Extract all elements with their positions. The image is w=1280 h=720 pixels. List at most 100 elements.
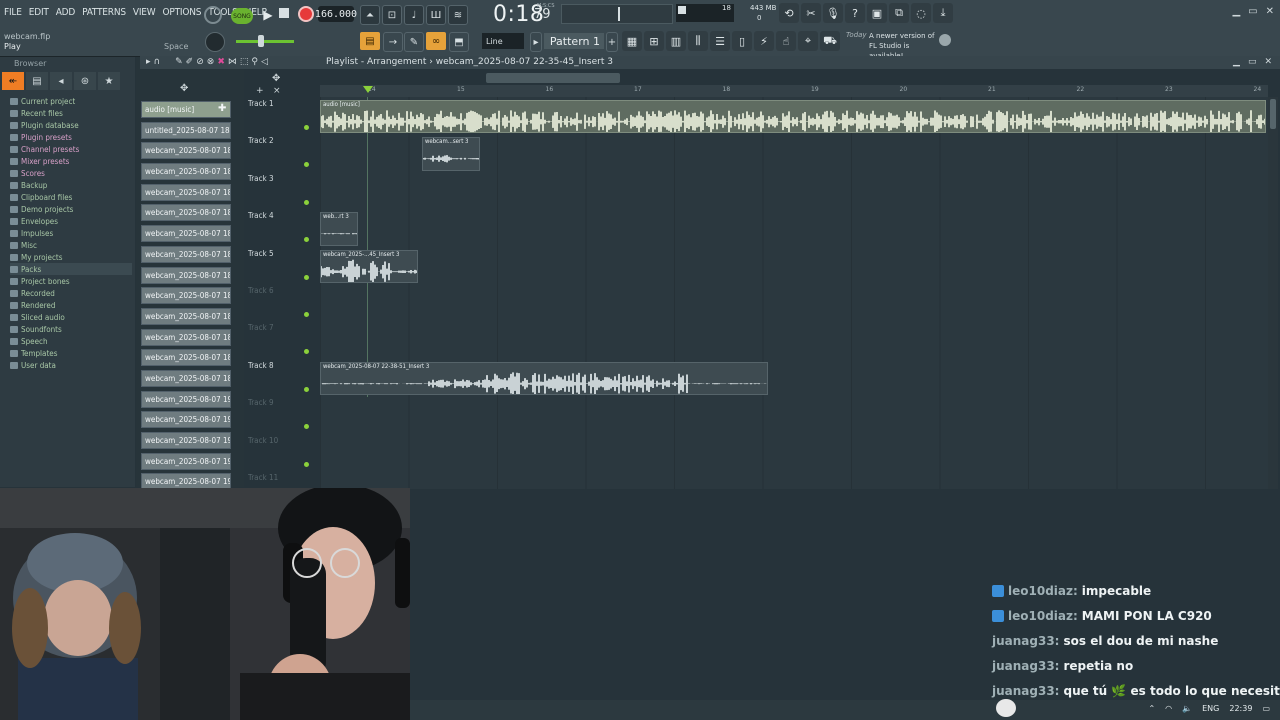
timeline-ruler[interactable]: 14 15 16 17 18 19 20 21 22 23 24 — [320, 85, 1268, 97]
play-button[interactable]: ▶ — [259, 6, 277, 24]
mixer-faders-icon[interactable]: ⫼ — [688, 31, 708, 51]
pattern-song-toggle-icon[interactable] — [204, 6, 222, 24]
add-pattern-icon[interactable]: + — [606, 32, 618, 52]
track-header[interactable]: Track 7 — [246, 321, 312, 358]
browser-tab-star-icon[interactable]: ★ — [98, 72, 120, 90]
mixer-icon[interactable]: ⧉ — [889, 3, 909, 23]
browser-icon[interactable]: ▯ — [732, 31, 752, 51]
menu-file[interactable]: FILE — [4, 7, 22, 18]
slice-tool-icon[interactable]: ⋈ — [228, 57, 237, 67]
browser-item[interactable]: Impulses — [10, 227, 132, 239]
step-sequencer-icon[interactable]: ⊞ — [644, 31, 664, 51]
playlist-vertical-scrollbar[interactable] — [1268, 97, 1278, 489]
clip-source-item[interactable]: webcam_2025-08-07 18... — [141, 163, 231, 181]
track-mute-led[interactable] — [304, 199, 309, 205]
browser-item[interactable]: Mixer presets — [10, 155, 132, 167]
browser-item[interactable]: Current project — [10, 95, 132, 107]
browser-item[interactable]: Recent files — [10, 107, 132, 119]
browser-item[interactable]: Project bones — [10, 275, 132, 287]
track-mute-led[interactable] — [304, 461, 309, 467]
news-globe-icon[interactable] — [939, 34, 951, 46]
browser-item[interactable]: Backup — [10, 179, 132, 191]
pattern-prev-icon[interactable]: ▸ — [530, 32, 542, 52]
microphone-icon[interactable]: 🎙 — [823, 3, 843, 23]
track-mute-led[interactable] — [304, 274, 309, 280]
clip-source-item[interactable]: webcam_2025-08-07 19... — [141, 390, 231, 408]
language-indicator[interactable]: ENG — [1202, 704, 1219, 713]
shop-icon[interactable]: ⛟ — [820, 31, 840, 51]
pattern-selector[interactable]: Pattern 1 — [544, 33, 604, 49]
slip-tool-icon[interactable]: ✖ — [217, 57, 225, 67]
browser-tab-all-icon[interactable]: ↞ — [2, 72, 24, 90]
arrow-tool-icon[interactable]: → — [383, 32, 403, 52]
browser-item[interactable]: Packs — [10, 263, 132, 275]
menu-view[interactable]: VIEW — [133, 7, 156, 18]
clip-source-item[interactable]: webcam_2025-08-07 18... — [141, 142, 231, 160]
undo-history-icon[interactable]: ⟲ — [779, 3, 799, 23]
help-icon[interactable]: ? — [845, 3, 865, 23]
clip-source-item[interactable]: webcam_2025-08-07 18... — [141, 266, 231, 284]
browser-item[interactable]: Plugin database — [10, 119, 132, 131]
browser-item[interactable]: Channel presets — [10, 143, 132, 155]
playlist-close-icon[interactable]: ✕ — [1264, 57, 1272, 67]
countdown-icon[interactable]: ♩ — [404, 5, 424, 25]
stamp-tool-icon[interactable]: ⬒ — [449, 32, 469, 52]
playlist-maximize-icon[interactable]: ▭ — [1248, 57, 1257, 67]
playback-tool-icon[interactable]: ◁ — [261, 57, 268, 67]
tray-clock[interactable]: 22:39 — [1229, 704, 1252, 713]
browser-item[interactable]: Demo projects — [10, 203, 132, 215]
link-tool-icon[interactable]: ∞ — [426, 32, 446, 50]
audio-clip[interactable]: webcam...sert 3 — [422, 137, 480, 171]
track-header[interactable]: Track 1 — [246, 97, 312, 134]
select-tool-icon[interactable]: ⬚ — [240, 57, 249, 67]
clip-source-item[interactable]: webcam_2025-08-07 19... — [141, 432, 231, 449]
clip-panel-move-icon[interactable]: ✥ — [180, 83, 188, 94]
menu-options[interactable]: OPTIONS — [162, 7, 201, 18]
piano-roll-icon[interactable]: ▥ — [666, 31, 686, 51]
track-header[interactable]: Track 4 — [246, 209, 312, 246]
browser-item[interactable]: Plugin presets — [10, 131, 132, 143]
menu-add[interactable]: ADD — [56, 7, 76, 18]
song-mode-button[interactable]: SONG — [231, 8, 253, 24]
track-header[interactable]: Track 6 — [246, 284, 312, 321]
track-move-icon[interactable]: ✥ — [272, 73, 280, 84]
notifications-icon[interactable]: ▭ — [1262, 704, 1270, 713]
stop-button[interactable] — [279, 8, 289, 18]
track-mute-led[interactable] — [304, 349, 309, 355]
tempo-tap-icon[interactable]: ⌖ — [798, 31, 818, 51]
wifi-icon[interactable]: ◠ — [1165, 704, 1172, 713]
channel-rack-icon[interactable]: ☰ — [710, 31, 730, 51]
clip-source-item[interactable]: webcam_2025-08-07 18... — [141, 307, 231, 325]
add-clip-icon[interactable]: ✚ — [218, 103, 226, 114]
browser-item[interactable]: Rendered — [10, 299, 132, 311]
playlist-horizontal-scrollbar[interactable] — [486, 73, 620, 83]
restore-icon[interactable]: ▭ — [1248, 6, 1257, 17]
clip-source-item[interactable]: webcam_2025-08-07 18... — [141, 369, 231, 387]
remove-track-icon[interactable]: × — [273, 86, 281, 96]
step-edit-icon[interactable]: Ш — [426, 5, 446, 25]
clip-source-item[interactable]: webcam_2025-08-07 18... — [141, 204, 231, 222]
cut-icon[interactable]: ✂ — [801, 3, 821, 23]
audio-clip[interactable]: web...rt 3 — [320, 212, 358, 246]
track-mute-led[interactable] — [304, 237, 309, 243]
browser-tab-plugin-icon[interactable]: ⊛ — [74, 72, 96, 90]
track-header[interactable]: Track 5 — [246, 247, 312, 284]
add-track-icon[interactable]: + — [256, 86, 264, 96]
master-pitch-knob[interactable] — [205, 32, 225, 52]
browser-item[interactable]: Soundfonts — [10, 323, 132, 335]
clip-source-item[interactable]: webcam_2025-08-07 18... — [141, 225, 231, 243]
delete-tool-icon[interactable]: ⊘ — [196, 57, 204, 67]
metronome-icon[interactable]: ⏶ — [360, 5, 380, 25]
clip-source-item[interactable]: webcam_2025-08-07 19... — [141, 452, 231, 470]
track-header[interactable]: Track 2 — [246, 134, 312, 171]
snap-magnet-icon[interactable]: ▤ — [360, 32, 380, 50]
volume-icon[interactable]: 🔈 — [1182, 704, 1192, 713]
browser-item[interactable]: User data — [10, 359, 132, 371]
browser-tab-speaker-icon[interactable]: ◂ — [50, 72, 72, 90]
blend-notes-icon[interactable]: ≋ — [448, 5, 468, 25]
master-volume-slider[interactable] — [561, 4, 673, 24]
taskbar-app-icon[interactable] — [996, 699, 1016, 717]
track-mute-led[interactable] — [304, 386, 309, 392]
playlist-icon[interactable]: ▦ — [622, 31, 642, 51]
track-mute-led[interactable] — [304, 312, 309, 317]
